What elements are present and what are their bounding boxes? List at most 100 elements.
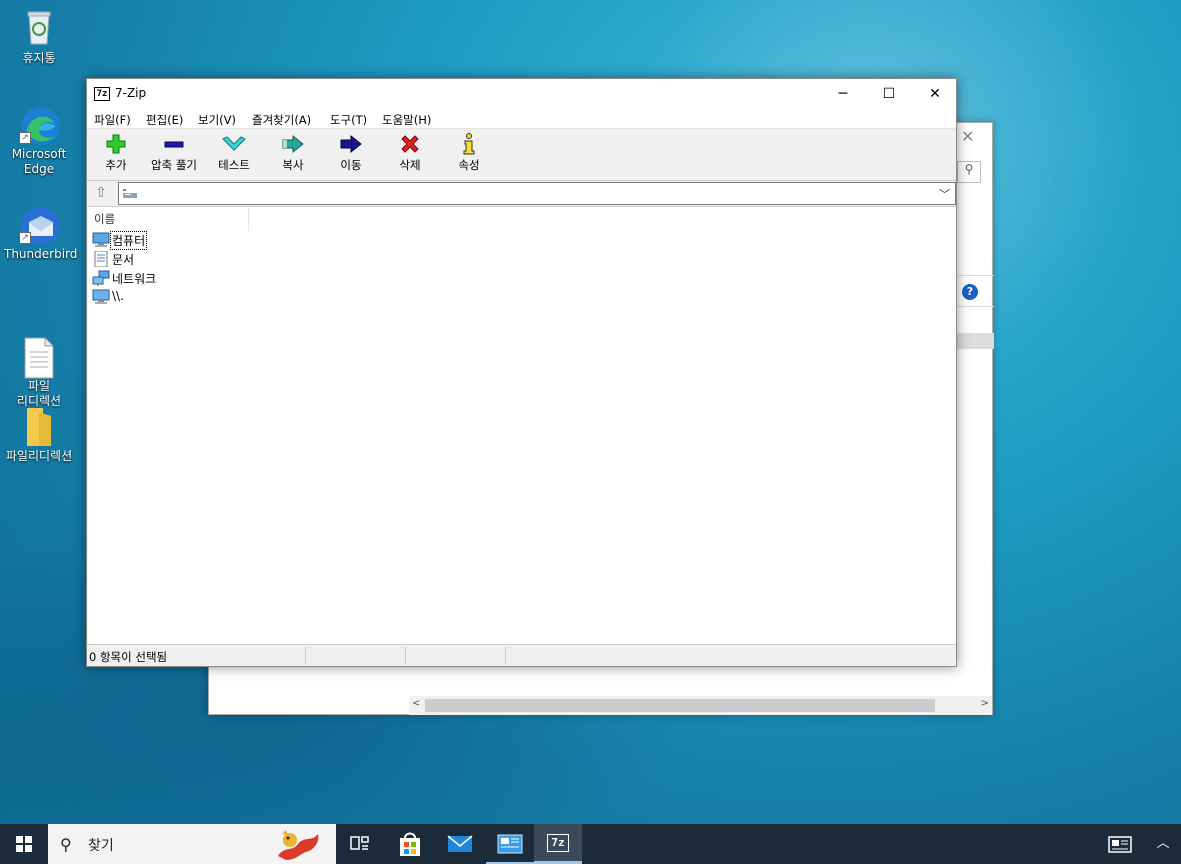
chevron-up-icon[interactable]: ︿ (1150, 824, 1176, 864)
mail-button[interactable] (436, 824, 484, 864)
desktop-icon-label: 휴지통 (22, 51, 56, 65)
properties-label: 속성 (458, 158, 480, 172)
folder-icon (19, 406, 59, 446)
menu-bar: 파일(F) 편집(E) 보기(V) 즐겨찾기(A) 도구(T) 도움말(H) (87, 109, 956, 129)
desktop-icon-edge[interactable]: ↗ Microsoft Edge (4, 104, 74, 177)
menu-help[interactable]: 도움말(H) (382, 112, 431, 128)
horizontal-scrollbar[interactable]: < > (409, 696, 992, 715)
close-icon[interactable]: ✕ (961, 127, 974, 146)
list-item-label: 네트워크 (112, 272, 157, 286)
menu-view[interactable]: 보기(V) (198, 112, 236, 128)
scroll-thumb[interactable] (425, 699, 935, 712)
search-icon[interactable]: ⚲ (957, 161, 981, 183)
thunderbird-icon: ↗ (19, 204, 60, 245)
computer-icon (92, 232, 110, 247)
status-text: 0 항목이 선택됨 (89, 650, 168, 664)
column-name[interactable]: 이름 (94, 211, 115, 227)
test-button[interactable]: 테스트 (205, 133, 263, 173)
7zip-icon: 7z (547, 834, 569, 852)
menu-file[interactable]: 파일(F) (94, 112, 131, 128)
desktop-icon-recycle-bin[interactable]: 휴지통 (4, 8, 74, 66)
minimize-button[interactable]: ─ (820, 79, 866, 109)
drive-icon (123, 189, 137, 198)
7zip-taskbar-button[interactable]: 7z (534, 824, 582, 864)
properties-button[interactable]: 속성 (440, 133, 498, 173)
list-item-label: 문서 (112, 253, 135, 267)
extract-icon (145, 133, 203, 155)
status-divider (305, 647, 306, 665)
address-input[interactable]: ﹀ (118, 182, 956, 205)
file-list[interactable]: 이름 컴퓨터 문서 네트워크 \\. (88, 206, 956, 644)
list-item[interactable]: 문서 (92, 250, 292, 268)
help-icon[interactable]: ? (962, 284, 978, 300)
shortcut-arrow-icon: ↗ (19, 232, 31, 244)
task-view-icon (350, 836, 369, 850)
7zip-logo-icon: 7z (94, 87, 110, 101)
move-icon (322, 133, 380, 155)
extract-button[interactable]: 압축 풀기 (145, 133, 203, 173)
desktop-icon-label: 파일 리디렉션 (16, 379, 62, 408)
menu-favorites[interactable]: 즐겨찾기(A) (252, 112, 311, 128)
copy-button[interactable]: 복사 (264, 133, 322, 173)
start-button[interactable] (0, 824, 48, 864)
add-button[interactable]: 추가 (87, 133, 145, 173)
copy-icon (264, 133, 322, 155)
address-bar: ⇧ ﹀ (87, 181, 956, 205)
menu-edit[interactable]: 편집(E) (146, 112, 183, 128)
desktop-icon-file-redirection-folder[interactable]: 파일리디렉션 (4, 406, 74, 464)
document-icon (94, 251, 108, 267)
toolbar: 추가 압축 풀기 테스트 복사 이동 삭제 속성 (87, 129, 956, 181)
control-panel-icon (497, 834, 523, 854)
search-icon: ⚲ (60, 835, 72, 854)
task-view-button[interactable] (336, 824, 384, 864)
status-divider (405, 647, 406, 665)
copy-label: 복사 (282, 158, 304, 172)
extract-label: 압축 풀기 (151, 158, 197, 172)
windows-logo-icon (16, 836, 32, 852)
status-divider (505, 647, 506, 665)
desktop-icon-label: 파일리디렉션 (5, 449, 73, 463)
list-item-label: \\. (112, 289, 124, 303)
list-item[interactable]: 네트워크 (92, 269, 292, 287)
network-icon (92, 270, 110, 286)
shortcut-arrow-icon: ↗ (19, 132, 31, 144)
close-button[interactable]: ✕ (912, 79, 958, 109)
folder-up-icon[interactable]: ⇧ (91, 184, 111, 203)
store-button[interactable] (386, 824, 434, 864)
add-label: 추가 (105, 158, 127, 172)
store-icon (400, 832, 420, 856)
title-bar[interactable]: 7z 7-Zip ─ ☐ ✕ (87, 79, 956, 109)
list-item-label: 컴퓨터 (109, 231, 148, 250)
window-title: 7-Zip (115, 86, 147, 100)
dragon-icon (278, 830, 319, 860)
7zip-window[interactable]: 7z 7-Zip ─ ☐ ✕ 파일(F) 편집(E) 보기(V) 즐겨찾기(A)… (86, 78, 957, 667)
scroll-right-icon[interactable]: > (981, 698, 989, 709)
menu-tools[interactable]: 도구(T) (330, 112, 367, 128)
delete-icon (381, 133, 439, 155)
taskbar-search[interactable]: ⚲ 찾기 (48, 824, 336, 864)
desktop-icon-thunderbird[interactable]: ↗ Thunderbird (4, 204, 78, 262)
scroll-left-icon[interactable]: < (412, 698, 420, 709)
edge-icon: ↗ (19, 104, 60, 145)
search-placeholder: 찾기 (88, 838, 114, 854)
monitor-icon (92, 289, 110, 304)
move-button[interactable]: 이동 (322, 133, 380, 173)
list-item[interactable]: 컴퓨터 (92, 231, 292, 250)
status-bar: 0 항목이 선택됨 (87, 644, 956, 666)
desktop-icon-label: Thunderbird (4, 247, 78, 261)
recycle-bin-icon (19, 8, 59, 48)
maximize-button[interactable]: ☐ (866, 79, 912, 109)
delete-button[interactable]: 삭제 (381, 133, 439, 173)
column-header: 이름 (88, 207, 956, 231)
text-file-icon (19, 321, 59, 379)
delete-label: 삭제 (399, 158, 421, 172)
column-separator[interactable] (248, 207, 249, 231)
info-icon (440, 133, 498, 155)
test-icon (205, 133, 263, 155)
taskbar: ⚲ 찾기 7z ︿ (0, 824, 1181, 864)
news-widget-button[interactable] (1106, 824, 1136, 864)
control-panel-button[interactable] (486, 824, 534, 864)
chevron-down-icon[interactable]: ﹀ (939, 186, 950, 202)
add-icon (87, 133, 145, 155)
list-item[interactable]: \\. (92, 288, 292, 306)
